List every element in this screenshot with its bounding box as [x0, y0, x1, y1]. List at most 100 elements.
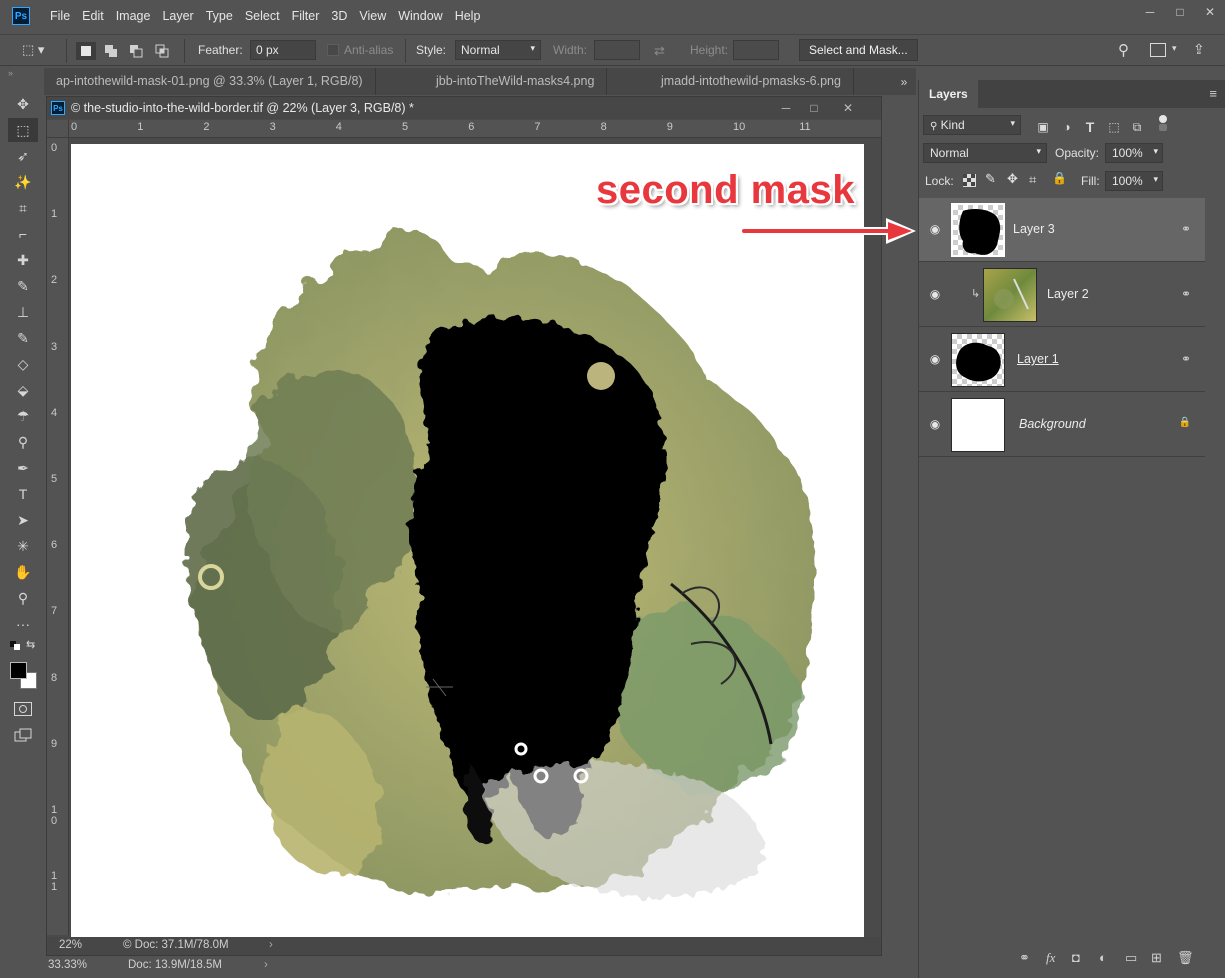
move-tool-icon[interactable]: ✥ [8, 92, 38, 116]
marquee-tool-icon[interactable]: ⬚ [8, 118, 38, 142]
eraser-icon[interactable]: ◇ [8, 352, 38, 376]
add-to-selection-icon[interactable] [101, 42, 121, 60]
filter-adjustment-icon[interactable]: ◑ [1059, 119, 1075, 135]
tab-jbb-intothewild-masks4[interactable]: jbb-intoTheWild-masks4.png [424, 68, 608, 95]
height-input[interactable] [733, 40, 779, 60]
menu-filter[interactable]: Filter [286, 0, 326, 32]
quick-mask-icon[interactable] [14, 702, 32, 716]
feather-input[interactable]: 0 px [250, 40, 316, 60]
layer-row-background[interactable]: ◉ Background 🔒 [919, 393, 1205, 457]
layer-row-layer-1[interactable]: ◉ Layer 1 ⚭ [919, 328, 1205, 392]
history-brush-icon[interactable]: ✎ [8, 326, 38, 350]
share-icon[interactable]: ⇪ [1193, 41, 1205, 58]
ruler-horizontal[interactable]: 0 1 2 3 4 5 6 7 8 9 10 11 [69, 120, 881, 138]
layer-name[interactable]: Layer 1 [1017, 352, 1059, 366]
eyedropper-icon[interactable]: ⌐ [8, 222, 38, 246]
zoom-tool-icon[interactable]: ⚲ [8, 586, 38, 610]
workspace-icon[interactable] [1150, 43, 1166, 57]
filter-shape-icon[interactable]: ⬚ [1106, 119, 1122, 135]
search-icon[interactable]: ⚲ [1118, 41, 1129, 59]
new-layer-icon[interactable]: ⊞ [1151, 950, 1162, 966]
type-tool-icon[interactable]: T [8, 482, 38, 506]
filter-pixel-icon[interactable]: ▣ [1035, 119, 1051, 135]
layer-thumbnail[interactable] [951, 398, 1005, 452]
tab-ap-intothewild-mask[interactable]: ap-intothewild-mask-01.png @ 33.3% (Laye… [44, 68, 376, 95]
ruler-vertical[interactable]: 0 1 2 3 4 5 6 7 8 9 10 11 [47, 138, 69, 935]
doc-close-button[interactable]: ✕ [833, 97, 863, 119]
canvas[interactable] [71, 144, 864, 937]
lock-all-icon[interactable]: 🔒 [1052, 171, 1067, 185]
link-icon[interactable]: ⚭ [1181, 352, 1191, 366]
layer-row-layer-3[interactable]: ◉ Layer 3 ⚭ [919, 198, 1205, 262]
brush-tool-icon[interactable]: ✎ [8, 274, 38, 298]
new-selection-icon[interactable] [76, 42, 96, 60]
chevron-down-icon[interactable]: ▾ [1172, 43, 1177, 54]
foreground-color-swatch[interactable] [10, 662, 27, 679]
visibility-eye-icon[interactable]: ◉ [927, 352, 943, 366]
doc-restore-button[interactable]: □ [799, 97, 829, 119]
magic-wand-icon[interactable]: ✨ [8, 170, 38, 194]
filter-type-icon[interactable]: T [1082, 119, 1098, 135]
select-and-mask-button[interactable]: Select and Mask... [799, 39, 918, 61]
healing-brush-icon[interactable]: ✚ [8, 248, 38, 272]
layer-name[interactable]: Layer 2 [1047, 287, 1089, 301]
opacity-input[interactable]: 100% ▾ [1105, 143, 1163, 163]
link-icon[interactable]: ⚭ [1181, 287, 1191, 301]
visibility-eye-icon[interactable]: ◉ [927, 222, 943, 236]
menu-edit[interactable]: Edit [76, 0, 110, 32]
width-input[interactable] [594, 40, 640, 60]
panels-expand-icon[interactable]: » [891, 70, 917, 94]
hand-tool-icon[interactable]: ✋ [8, 560, 38, 584]
menu-window[interactable]: Window [392, 0, 448, 32]
tool-preset-picker[interactable]: ⬚ ▾ [22, 42, 48, 60]
menu-3d[interactable]: 3D [325, 0, 353, 32]
menu-layer[interactable]: Layer [156, 0, 199, 32]
layer-thumbnail[interactable] [951, 203, 1005, 257]
new-group-icon[interactable]: ▭ [1125, 950, 1137, 966]
blur-tool-icon[interactable]: ☂ [8, 404, 38, 428]
menu-type[interactable]: Type [200, 0, 239, 32]
layer-name[interactable]: Layer 3 [1013, 222, 1055, 236]
link-icon[interactable]: ⚭ [1181, 222, 1191, 236]
doc-zoom-level[interactable]: 22% [59, 939, 82, 951]
paint-bucket-icon[interactable]: ⬙ [8, 378, 38, 402]
menu-view[interactable]: View [353, 0, 392, 32]
filter-toggle-icon[interactable] [1155, 115, 1171, 131]
link-layers-icon[interactable]: ⚭ [1019, 950, 1030, 966]
chevron-right-icon[interactable]: › [264, 959, 268, 971]
menu-image[interactable]: Image [110, 0, 157, 32]
lock-artboard-icon[interactable]: ⌗ [1029, 172, 1036, 188]
clone-stamp-icon[interactable]: ⊥ [8, 300, 38, 324]
intersect-selection-icon[interactable] [152, 42, 172, 60]
antialias-checkbox[interactable] [327, 44, 339, 56]
chevron-right-icon[interactable]: › [269, 939, 273, 951]
crop-tool-icon[interactable]: ⌗ [8, 196, 38, 220]
more-tools-icon[interactable]: ··· [8, 612, 38, 636]
lock-image-icon[interactable]: ✎ [985, 171, 996, 187]
layer-row-layer-2[interactable]: ◉ ↳ Layer 2 ⚭ [919, 263, 1205, 327]
document-titlebar[interactable]: Ps © the-studio-into-the-wild-border.tif… [47, 97, 881, 119]
visibility-eye-icon[interactable]: ◉ [927, 417, 943, 431]
visibility-eye-icon[interactable]: ◉ [927, 287, 943, 301]
menu-file[interactable]: File [44, 0, 76, 32]
swap-colors-icon[interactable]: ⇆ [26, 638, 35, 651]
lasso-tool-icon[interactable]: ➶ [8, 144, 38, 168]
default-colors-icon[interactable] [10, 640, 22, 650]
style-select[interactable]: Normal ▾ [455, 40, 541, 60]
add-mask-icon[interactable]: ◘ [1072, 950, 1080, 965]
photoshop-logo-icon[interactable]: Ps [12, 7, 30, 25]
blend-mode-select[interactable]: Normal ▾ [923, 143, 1047, 163]
path-selection-icon[interactable]: ➤ [8, 508, 38, 532]
fill-input[interactable]: 100% ▾ [1105, 171, 1163, 191]
layer-thumbnail[interactable] [983, 268, 1037, 322]
menu-select[interactable]: Select [239, 0, 286, 32]
lock-transparent-icon[interactable] [963, 174, 976, 187]
fx-icon[interactable]: fx [1046, 950, 1055, 966]
filter-smart-object-icon[interactable]: ⧉ [1129, 119, 1145, 135]
restore-button[interactable]: □ [1165, 0, 1195, 24]
lock-position-icon[interactable]: ✥ [1007, 171, 1018, 187]
ruler-origin[interactable] [47, 120, 69, 138]
trash-icon[interactable]: 🗑 [1177, 950, 1194, 966]
tab-jmadd-intothewild-pmasks[interactable]: jmadd-intothewild-pmasks-6.png [649, 68, 854, 95]
lock-icon[interactable]: 🔒 [1179, 417, 1191, 428]
